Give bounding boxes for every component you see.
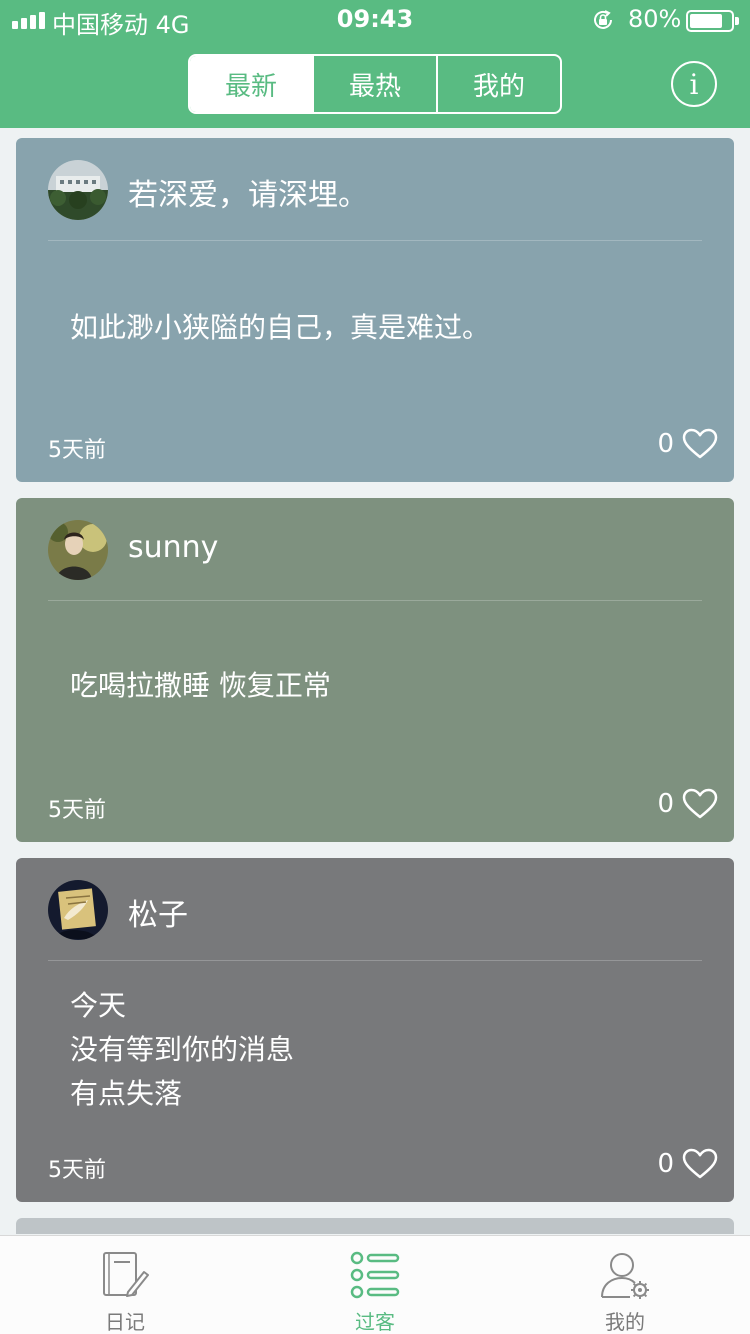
post-line: 吃喝拉撒睡 恢复正常 (70, 669, 331, 702)
tab-label: 日记 (105, 1310, 145, 1334)
post-feed[interactable]: 若深爱，请深埋。 如此渺小狭隘的自己，真是难过。 5天前 0 sunny 吃喝拉… (16, 138, 734, 1234)
like-button[interactable]: 0 (657, 788, 718, 820)
tab-label: 过客 (355, 1310, 395, 1334)
bottom-tab-bar: 日记 过客 我的 (0, 1235, 750, 1334)
like-count: 0 (657, 429, 674, 459)
segment-hottest[interactable]: 最热 (312, 56, 436, 112)
post-card-partial[interactable] (16, 1218, 734, 1234)
heart-icon (682, 788, 718, 819)
card-divider (48, 600, 702, 601)
app-header: 中国移动 4G 09:43 80% 最新 最热 我的 i (0, 0, 750, 128)
tab-diary[interactable]: 日记 (0, 1236, 250, 1334)
battery-icon (686, 10, 739, 32)
post-card[interactable]: sunny 吃喝拉撒睡 恢复正常 5天前 0 (16, 498, 734, 842)
segment-latest[interactable]: 最新 (190, 56, 312, 112)
like-count: 0 (657, 789, 674, 819)
card-divider (48, 960, 702, 961)
post-time: 5天前 (48, 798, 106, 823)
post-card[interactable]: 松子 今天 没有等到你的消息 有点失落 5天前 0 (16, 858, 734, 1202)
post-author[interactable]: 若深爱，请深埋。 (128, 170, 368, 214)
list-icon (350, 1251, 400, 1299)
portrait-photo-avatar[interactable] (48, 520, 108, 580)
card-divider (48, 240, 702, 241)
heart-icon (682, 428, 718, 459)
like-count: 0 (657, 1149, 674, 1179)
feed-segment-control: 最新 最热 我的 (188, 54, 562, 114)
like-button[interactable]: 0 (657, 428, 718, 460)
like-button[interactable]: 0 (657, 1148, 718, 1180)
post-content[interactable]: 今天 没有等到你的消息 有点失落 (70, 984, 690, 1116)
post-author[interactable]: sunny (128, 530, 218, 565)
user-settings-icon (601, 1253, 649, 1299)
tab-label: 我的 (605, 1310, 645, 1334)
info-icon[interactable]: i (671, 61, 717, 107)
battery-percentage: 80% (628, 5, 682, 33)
post-time: 5天前 (48, 438, 106, 463)
heart-icon (682, 1148, 718, 1179)
status-bar: 中国移动 4G 09:43 80% (0, 0, 750, 40)
post-content[interactable]: 吃喝拉撒睡 恢复正常 (70, 664, 690, 708)
post-line: 有点失落 (70, 1077, 183, 1110)
notebook-pen-icon (103, 1252, 149, 1297)
post-line: 没有等到你的消息 (70, 1033, 295, 1066)
post-card[interactable]: 若深爱，请深埋。 如此渺小狭隘的自己，真是难过。 5天前 0 (16, 138, 734, 482)
post-content[interactable]: 如此渺小狭隘的自己，真是难过。 (70, 306, 690, 350)
post-line: 今天 (70, 989, 127, 1022)
illustration-avatar[interactable] (48, 880, 108, 940)
post-time: 5天前 (48, 1158, 106, 1183)
post-line: 如此渺小狭隘的自己，真是难过。 (70, 311, 491, 344)
rotation-lock-icon (594, 10, 612, 29)
segment-mine[interactable]: 我的 (436, 56, 560, 112)
tab-mine[interactable]: 我的 (500, 1236, 750, 1334)
post-author[interactable]: 松子 (128, 890, 188, 934)
tab-passersby[interactable]: 过客 (250, 1236, 500, 1334)
building-photo-avatar[interactable] (48, 160, 108, 220)
